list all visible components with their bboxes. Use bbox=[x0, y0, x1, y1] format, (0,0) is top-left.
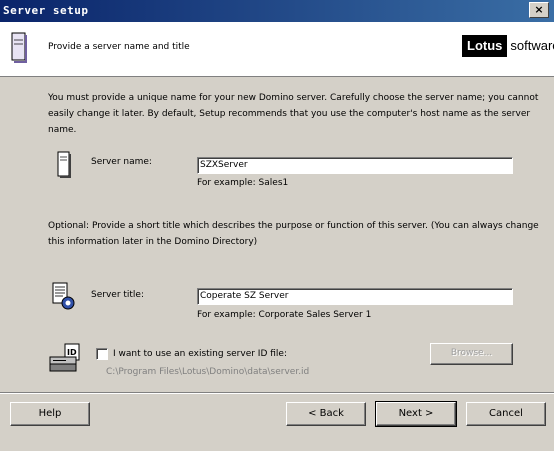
lotus-logo: Lotus software bbox=[462, 35, 554, 57]
optional-text: Optional: Provide a short title which de… bbox=[48, 218, 539, 250]
wizard-header: Provide a server name and title Lotus so… bbox=[0, 22, 554, 77]
intro-line: easily change it later. By default, Setu… bbox=[48, 109, 531, 119]
button-divider bbox=[0, 392, 554, 394]
server-tower-icon bbox=[11, 32, 27, 63]
back-button[interactable]: < Back bbox=[286, 402, 366, 426]
cancel-button[interactable]: Cancel bbox=[466, 402, 546, 426]
server-name-input[interactable]: SZXServer bbox=[197, 157, 513, 174]
server-title-input[interactable]: Coperate SZ Server bbox=[197, 288, 513, 305]
server-name-hint: For example: Sales1 bbox=[197, 178, 289, 188]
existing-id-checkbox[interactable] bbox=[96, 348, 108, 360]
browse-button[interactable]: Browse... bbox=[430, 343, 513, 365]
server-name-label: Server name: bbox=[91, 157, 152, 167]
server-icon bbox=[57, 151, 71, 178]
intro-line: You must provide a unique name for your … bbox=[48, 93, 539, 103]
next-button[interactable]: Next > bbox=[375, 401, 457, 427]
logo-brand: Lotus bbox=[462, 35, 508, 57]
server-title-hint: For example: Corporate Sales Server 1 bbox=[197, 310, 372, 320]
id-file-path: C:\Program Files\Lotus\Domino\data\serve… bbox=[106, 367, 310, 377]
server-title-label: Server title: bbox=[91, 290, 145, 300]
title-bar: Server setup × bbox=[0, 0, 554, 22]
intro-text: You must provide a unique name for your … bbox=[48, 90, 538, 138]
existing-id-checkbox-label[interactable]: I want to use an existing server ID file… bbox=[113, 349, 287, 359]
close-button[interactable]: × bbox=[529, 2, 549, 18]
optional-line: this information later in the Domino Dir… bbox=[48, 237, 258, 247]
id-file-icon: ID bbox=[49, 343, 80, 372]
window-title: Server setup bbox=[3, 4, 89, 17]
optional-line: Optional: Provide a short title which de… bbox=[48, 221, 539, 231]
logo-suffix: software bbox=[510, 38, 554, 53]
header-subtitle: Provide a server name and title bbox=[48, 42, 190, 52]
intro-line: name. bbox=[48, 125, 77, 135]
id-file-icon-text: ID bbox=[67, 348, 77, 357]
help-button[interactable]: Help bbox=[10, 402, 90, 426]
server-document-icon bbox=[52, 282, 75, 310]
